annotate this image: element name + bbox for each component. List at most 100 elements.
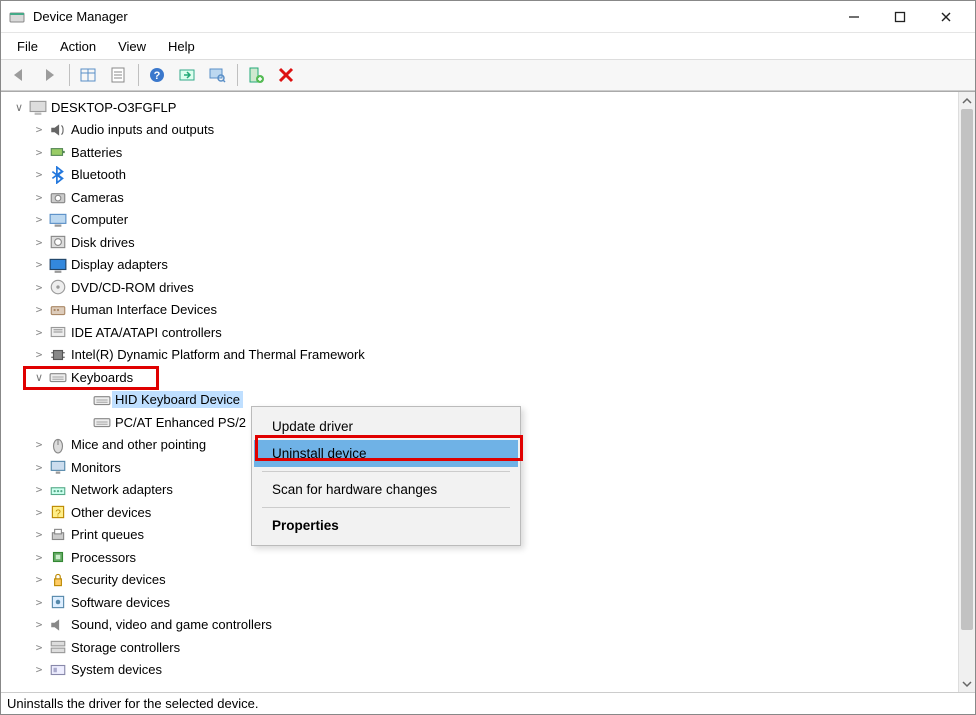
expand-toggle[interactable] — [31, 506, 47, 519]
tree-child-label: PC/AT Enhanced PS/2 — [115, 415, 246, 430]
expand-toggle[interactable] — [31, 371, 47, 384]
expand-toggle[interactable] — [31, 438, 47, 451]
expand-toggle[interactable] — [31, 168, 47, 181]
expand-toggle[interactable] — [31, 191, 47, 204]
tree-item[interactable]: Storage controllers — [3, 636, 956, 659]
tree-item[interactable]: Human Interface Devices — [3, 299, 956, 322]
update-driver-button[interactable] — [173, 61, 201, 89]
expand-toggle[interactable] — [31, 461, 47, 474]
tree-item[interactable]: Display adapters — [3, 254, 956, 277]
titlebar: Device Manager — [1, 1, 975, 33]
scan-hardware-button[interactable] — [203, 61, 231, 89]
ctx-separator — [262, 471, 510, 472]
back-button[interactable] — [5, 61, 33, 89]
tree-item[interactable]: Batteries — [3, 141, 956, 164]
scroll-track[interactable] — [959, 109, 975, 675]
close-button[interactable] — [923, 2, 969, 32]
expand-toggle[interactable] — [31, 641, 47, 654]
ctx-scan-hardware[interactable]: Scan for hardware changes — [254, 476, 518, 503]
expand-toggle[interactable] — [31, 303, 47, 316]
display-icon — [49, 257, 67, 273]
tree-item[interactable]: System devices — [3, 659, 956, 682]
tree-item[interactable]: IDE ATA/ATAPI controllers — [3, 321, 956, 344]
expand-toggle[interactable] — [31, 596, 47, 609]
tree-root[interactable]: DESKTOP-O3FGFLP — [3, 96, 956, 119]
uninstall-button[interactable] — [272, 61, 300, 89]
svg-text:?: ? — [55, 509, 61, 520]
expand-toggle[interactable] — [31, 483, 47, 496]
tree-item-label: Mice and other pointing — [71, 437, 206, 452]
add-legacy-button[interactable] — [242, 61, 270, 89]
expand-toggle[interactable] — [31, 326, 47, 339]
tree-item-label: IDE ATA/ATAPI controllers — [71, 325, 222, 340]
tree-item[interactable]: Sound, video and game controllers — [3, 614, 956, 637]
device-tree[interactable]: DESKTOP-O3FGFLP Audio inputs and outputs… — [1, 92, 958, 692]
bluetooth-icon — [49, 167, 67, 183]
vertical-scrollbar[interactable] — [958, 92, 975, 692]
expand-toggle[interactable] — [31, 618, 47, 631]
tree-item-label: System devices — [71, 662, 162, 677]
tree-child-label: HID Keyboard Device — [112, 391, 243, 408]
tree-item-label: Security devices — [71, 572, 166, 587]
expand-toggle[interactable] — [31, 213, 47, 226]
scroll-down-arrow[interactable] — [959, 675, 975, 692]
hid-icon — [49, 302, 67, 318]
tree-item-label: Processors — [71, 550, 136, 565]
keyboard-icon — [93, 414, 111, 430]
tree-item[interactable]: Intel(R) Dynamic Platform and Thermal Fr… — [3, 344, 956, 367]
help-button[interactable]: ? — [143, 61, 171, 89]
tree-item[interactable]: Keyboards — [3, 366, 956, 389]
ctx-properties[interactable]: Properties — [254, 512, 518, 539]
expand-toggle[interactable] — [31, 281, 47, 294]
tree-item[interactable]: Cameras — [3, 186, 956, 209]
tree-item-label: Audio inputs and outputs — [71, 122, 214, 137]
expand-toggle[interactable] — [31, 348, 47, 361]
expand-toggle[interactable] — [11, 101, 27, 114]
menu-file[interactable]: File — [7, 37, 50, 56]
expand-toggle[interactable] — [31, 123, 47, 136]
scroll-up-arrow[interactable] — [959, 92, 975, 109]
storage-icon — [49, 639, 67, 655]
tree-item-label: Other devices — [71, 505, 151, 520]
tree-item-label: Intel(R) Dynamic Platform and Thermal Fr… — [71, 347, 365, 362]
tree-item[interactable]: Security devices — [3, 569, 956, 592]
menu-help[interactable]: Help — [158, 37, 207, 56]
tree-item[interactable]: Audio inputs and outputs — [3, 119, 956, 142]
expand-toggle[interactable] — [31, 551, 47, 564]
computer-icon — [49, 212, 67, 228]
network-icon — [49, 482, 67, 498]
expand-toggle[interactable] — [31, 236, 47, 249]
toolbar-separator — [237, 64, 238, 86]
maximize-button[interactable] — [877, 2, 923, 32]
scroll-thumb[interactable] — [961, 109, 973, 630]
tree-item[interactable]: Processors — [3, 546, 956, 569]
ctx-uninstall-device[interactable]: Uninstall device — [254, 440, 518, 467]
tree-item[interactable]: Software devices — [3, 591, 956, 614]
expand-toggle[interactable] — [31, 663, 47, 676]
keyboard-icon — [93, 392, 111, 408]
expand-toggle[interactable] — [31, 528, 47, 541]
disk-icon — [49, 234, 67, 250]
ctx-update-driver[interactable]: Update driver — [254, 413, 518, 440]
expand-toggle[interactable] — [31, 146, 47, 159]
tree-item-label: Human Interface Devices — [71, 302, 217, 317]
tree-item[interactable]: DVD/CD-ROM drives — [3, 276, 956, 299]
expand-toggle[interactable] — [31, 573, 47, 586]
menu-view[interactable]: View — [108, 37, 158, 56]
keyboard-icon — [49, 369, 67, 385]
tree-item[interactable]: Computer — [3, 209, 956, 232]
tree-item-label: Disk drives — [71, 235, 135, 250]
tree-item[interactable]: Disk drives — [3, 231, 956, 254]
toolbar-separator — [138, 64, 139, 86]
minimize-button[interactable] — [831, 2, 877, 32]
other-icon: ? — [49, 504, 67, 520]
toolbar: ? — [1, 59, 975, 91]
menu-action[interactable]: Action — [50, 37, 108, 56]
expand-toggle[interactable] — [31, 258, 47, 271]
tree-item[interactable]: Bluetooth — [3, 164, 956, 187]
window-title: Device Manager — [33, 9, 831, 24]
properties-button[interactable] — [104, 61, 132, 89]
show-hidden-button[interactable] — [74, 61, 102, 89]
tree-item-label: Cameras — [71, 190, 124, 205]
forward-button[interactable] — [35, 61, 63, 89]
